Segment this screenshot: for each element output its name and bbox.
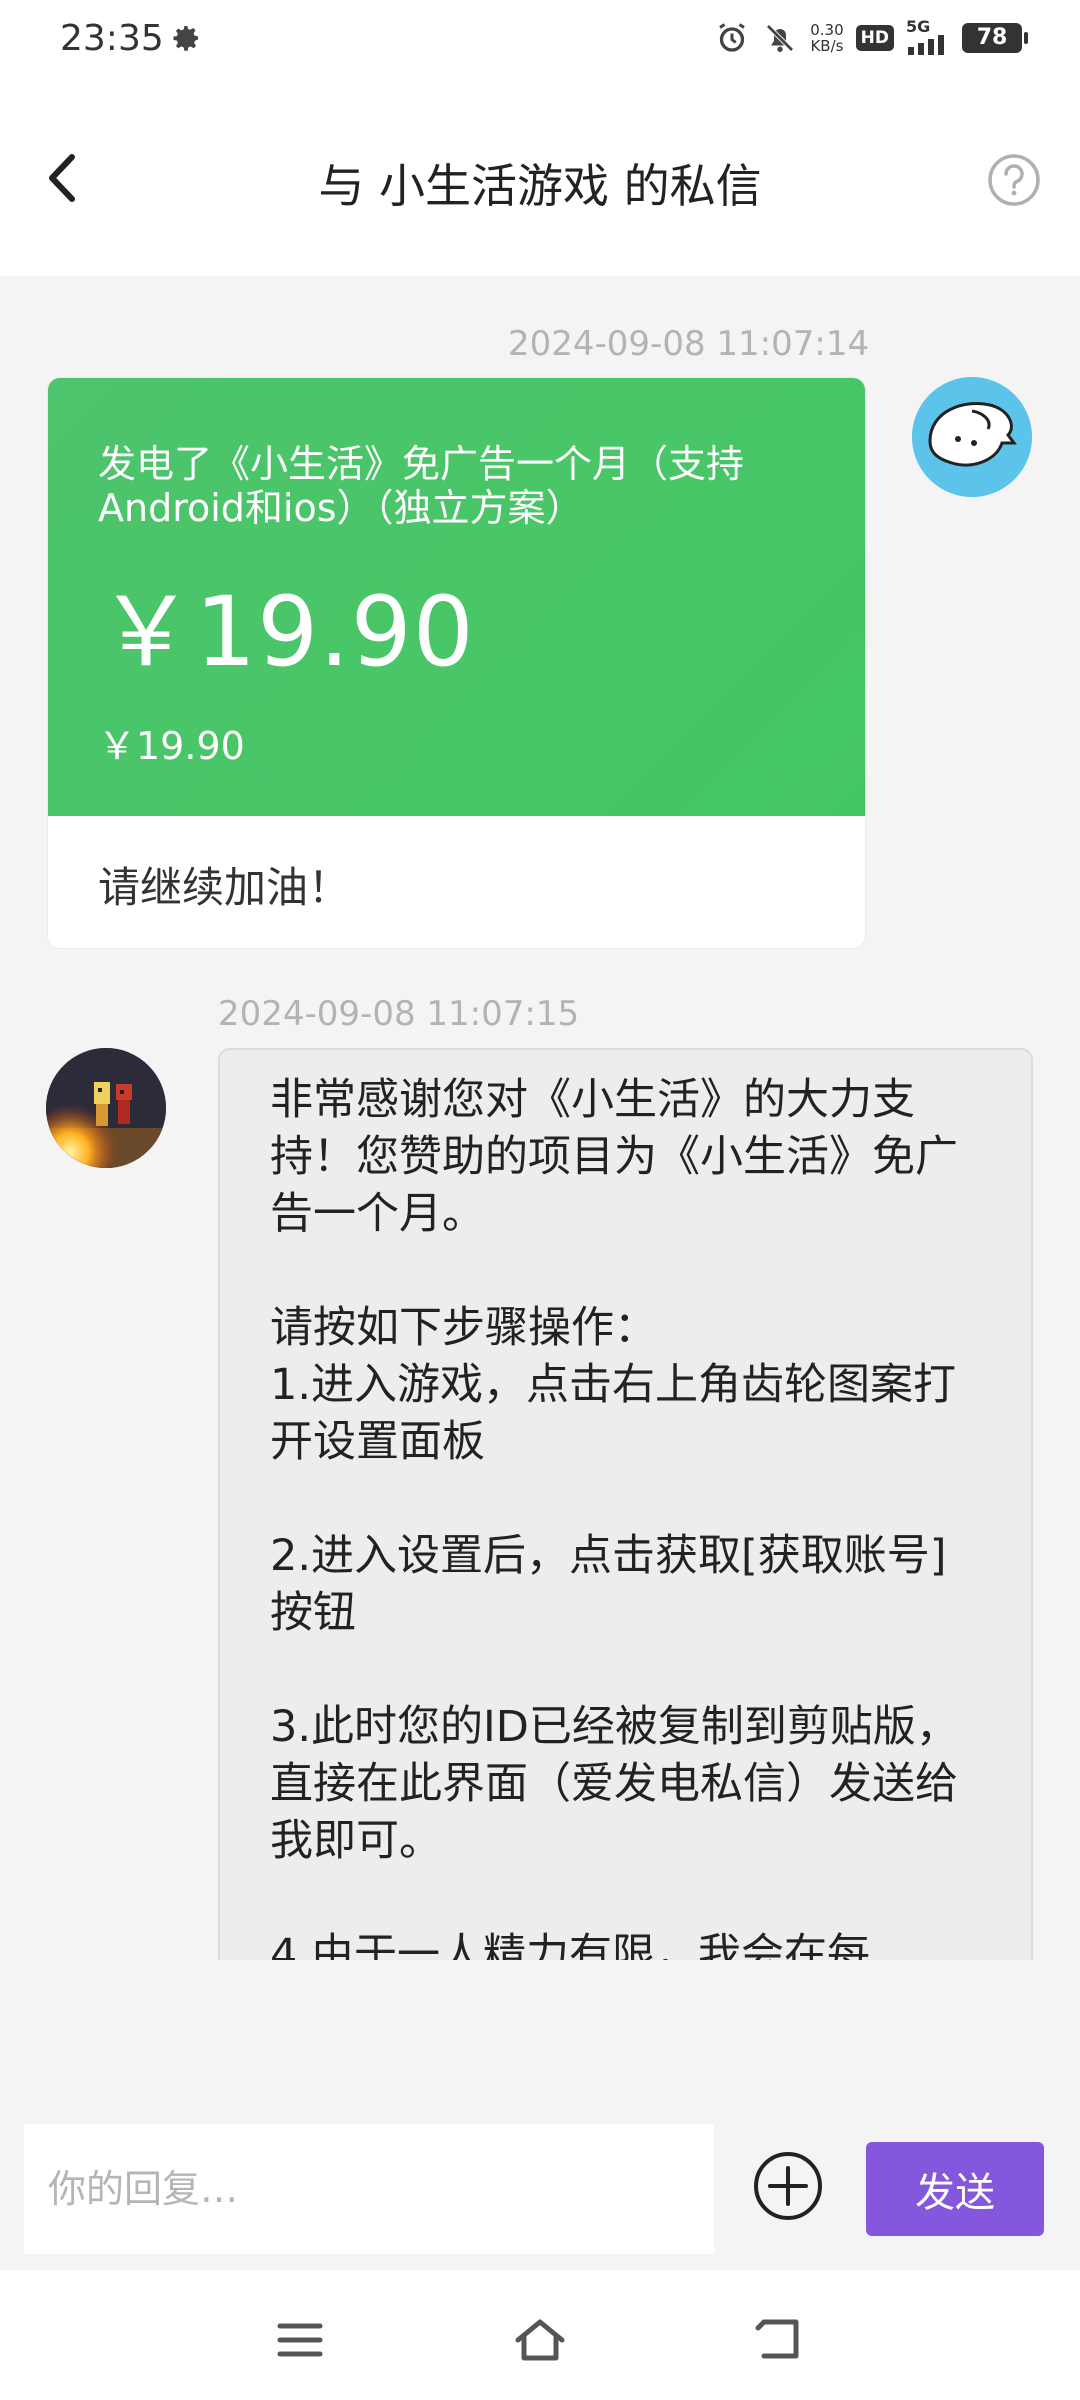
menu-icon[interactable]: [270, 2310, 330, 2370]
status-icons: 0.30 KB/s HD 5G 78: [714, 17, 1028, 56]
hd-badge: HD: [855, 25, 894, 51]
net-speed-unit: KB/s: [810, 37, 844, 55]
net-speed: 0.30 KB/s: [810, 22, 843, 54]
pixel-characters-avatar-icon: [46, 1048, 166, 1168]
settings-gear-icon: [173, 26, 198, 51]
net-speed-value: 0.30: [810, 21, 844, 39]
chat-header: 与 小生活游戏 的私信: [0, 86, 1080, 276]
add-attachment-icon[interactable]: [752, 2150, 824, 2222]
send-button[interactable]: 发送: [866, 2142, 1044, 2236]
reply-bar: 发送: [0, 1960, 1080, 2270]
alarm-icon: [719, 23, 746, 52]
message-timestamp: 2024-09-08 11:07:14: [508, 324, 870, 364]
message-timestamp: 2024-09-08 11:07:15: [218, 994, 580, 1034]
message-list[interactable]: 2024-09-08 11:07:14 发电了《小生活》免广告一个月（支持And…: [0, 276, 1080, 1960]
help-icon[interactable]: [986, 152, 1042, 208]
sponsor-price-small: ￥19.90: [98, 724, 245, 768]
sponsor-card-header: 发电了《小生活》免广告一个月（支持Android和ios）（独立方案） ￥19.…: [48, 378, 865, 816]
message-bubble[interactable]: 非常感谢您对《小生活》的大力支持！您赞助的项目为《小生活》免广告一个月。 请按如…: [218, 1048, 1033, 1960]
sponsor-note: 请继续加油！: [98, 863, 351, 912]
my-avatar[interactable]: [912, 377, 1032, 497]
sponsor-card[interactable]: 发电了《小生活》免广告一个月（支持Android和ios）（独立方案） ￥19.…: [48, 378, 865, 948]
sender-avatar[interactable]: [46, 1048, 166, 1168]
cartoon-face-avatar-icon: [912, 377, 1032, 497]
status-bar: 23:35 0.30 KB/s HD 5G 78: [0, 0, 1080, 86]
home-icon[interactable]: [510, 2310, 570, 2370]
status-time: 23:35: [60, 18, 164, 59]
system-nav-bar: [0, 2270, 1080, 2400]
battery-indicator: 78: [962, 23, 1028, 53]
message-text: 非常感谢您对《小生活》的大力支持！您赞助的项目为《小生活》免广告一个月。 请按如…: [270, 1075, 959, 1960]
sponsor-price-large: ￥19.90: [98, 576, 475, 688]
reply-input[interactable]: [24, 2124, 714, 2254]
back-nav-icon[interactable]: [750, 2310, 810, 2370]
signal-icon: 5G: [906, 17, 950, 55]
sponsor-product: 发电了《小生活》免广告一个月（支持Android和ios）（独立方案）: [98, 442, 745, 530]
page-title: 与 小生活游戏 的私信: [318, 159, 762, 213]
mute-bell-icon: [766, 24, 794, 52]
